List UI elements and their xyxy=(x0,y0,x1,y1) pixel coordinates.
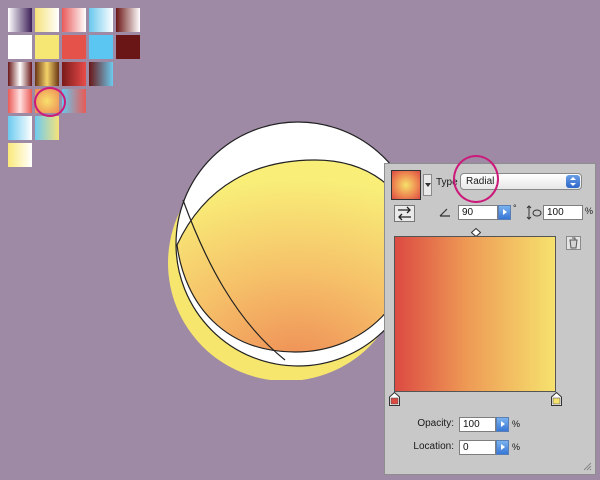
gradient-swatch[interactable] xyxy=(8,62,32,86)
gradient-swatch[interactable] xyxy=(89,8,113,32)
gradient-stop-red[interactable] xyxy=(389,392,400,406)
gradient-swatch[interactable] xyxy=(62,62,86,86)
gradient-swatch[interactable] xyxy=(35,35,59,59)
type-label: Type xyxy=(436,177,458,188)
aspect-ratio-unit: % xyxy=(585,206,594,216)
gradient-preview-menu-button[interactable] xyxy=(423,174,432,196)
reverse-gradient-icon xyxy=(398,206,411,221)
gradient-swatch[interactable] xyxy=(8,116,32,140)
aspect-ratio-icon xyxy=(526,205,542,220)
opacity-input[interactable] xyxy=(459,417,496,432)
gradient-swatch[interactable] xyxy=(62,89,86,113)
angle-unit: ° xyxy=(513,203,517,213)
gradient-swatch[interactable] xyxy=(35,89,59,113)
location-unit: % xyxy=(512,442,521,452)
gradient-preview-swatch[interactable] xyxy=(391,170,421,200)
gradient-swatch[interactable] xyxy=(62,35,86,59)
gradient-swatch[interactable] xyxy=(89,35,113,59)
gradient-panel: Type Radial ° % Opacity: % Locatio xyxy=(384,163,596,475)
gradient-swatch[interactable] xyxy=(8,143,32,167)
aspect-ratio-input[interactable] xyxy=(543,205,583,220)
gradient-swatch[interactable] xyxy=(116,35,140,59)
opacity-dropdown-button[interactable] xyxy=(496,417,509,432)
location-input[interactable] xyxy=(459,440,496,455)
angle-dropdown-button[interactable] xyxy=(498,205,511,220)
gradient-swatch[interactable] xyxy=(8,8,32,32)
opacity-unit: % xyxy=(512,419,521,429)
opacity-label: Opacity: xyxy=(417,418,454,429)
gradient-swatch[interactable] xyxy=(8,89,32,113)
gradient-stop-yellow[interactable] xyxy=(551,392,562,406)
reverse-gradient-button[interactable] xyxy=(394,205,415,222)
gradient-slider-bar[interactable] xyxy=(394,236,556,392)
gradient-swatch[interactable] xyxy=(8,35,32,59)
trash-icon xyxy=(569,237,578,249)
gradient-swatch[interactable] xyxy=(35,62,59,86)
dropdown-arrows-icon xyxy=(566,175,580,188)
location-label: Location: xyxy=(413,441,454,452)
gradient-swatch[interactable] xyxy=(116,8,140,32)
delete-stop-button[interactable] xyxy=(566,236,581,250)
location-dropdown-button[interactable] xyxy=(496,440,509,455)
gradient-type-dropdown[interactable]: Radial xyxy=(460,173,582,190)
gradient-swatch-library xyxy=(8,8,148,173)
gradient-swatch[interactable] xyxy=(35,116,59,140)
angle-input[interactable] xyxy=(458,205,498,220)
angle-icon xyxy=(439,208,450,217)
gradient-swatch[interactable] xyxy=(89,62,113,86)
gradient-swatch[interactable] xyxy=(62,8,86,32)
gradient-swatch[interactable] xyxy=(35,8,59,32)
resize-grip-icon[interactable] xyxy=(582,461,592,471)
gradient-type-value: Radial xyxy=(466,176,495,187)
